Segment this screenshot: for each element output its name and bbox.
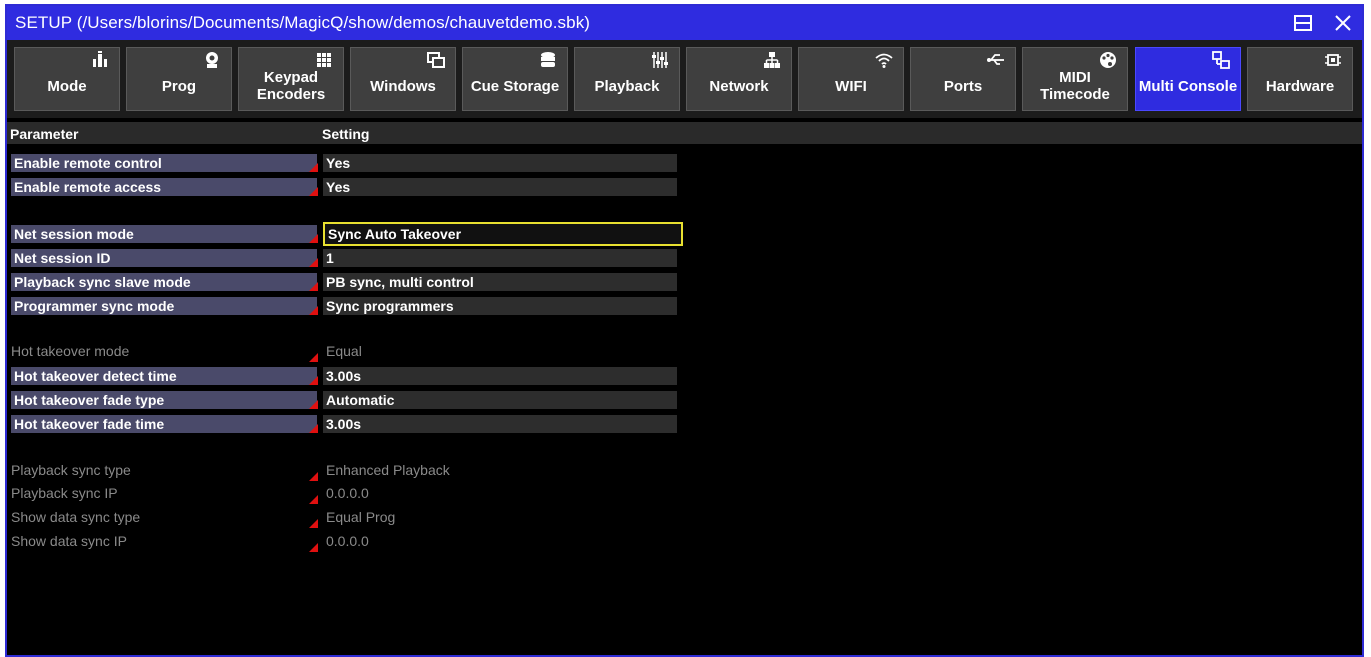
setting-cell[interactable]: Yes — [323, 178, 677, 196]
parameter-cell: Playback sync type — [11, 462, 131, 478]
parameter-column-header: Parameter — [10, 126, 79, 142]
setting-column-header: Setting — [322, 126, 370, 142]
tab-label: Playback — [594, 77, 660, 95]
setting-cell[interactable]: 3.00s — [323, 415, 677, 433]
setting-cell[interactable]: Sync Auto Takeover — [323, 222, 683, 246]
table-row[interactable]: Enable remote access Yes — [7, 178, 687, 198]
tab-label: Network — [709, 77, 769, 95]
table-row[interactable]: Net session ID 1 — [7, 249, 687, 269]
tab-playback[interactable]: Playback — [574, 47, 680, 111]
tab-network[interactable]: Network — [686, 47, 792, 111]
tab-ports[interactable]: Ports — [910, 47, 1016, 111]
parameter-cell: Programmer sync mode — [11, 297, 317, 315]
setting-cell[interactable]: PB sync, multi control — [323, 273, 677, 291]
table-row[interactable]: Hot takeover fade type Automatic — [7, 391, 687, 411]
tab-cue-storage[interactable]: Cue Storage — [462, 47, 568, 111]
setup-window: SETUP (/Users/blorins/Documents/MagicQ/s… — [5, 4, 1364, 657]
parameter-cell: Net session ID — [11, 249, 317, 267]
parameter-cell: Show data sync IP — [11, 533, 127, 549]
tab-label: Prog — [161, 77, 197, 95]
tab-label: Multi Console — [1138, 77, 1238, 95]
table-header: Parameter Setting — [7, 122, 1362, 144]
tab-label: Keypad Encoders — [256, 69, 326, 103]
table-row[interactable]: Net session mode Sync Auto Takeover — [7, 222, 687, 246]
setting-cell[interactable]: 1 — [323, 249, 677, 267]
setting-cell[interactable]: Equal Prog — [323, 508, 677, 526]
setting-cell[interactable]: Yes — [323, 154, 677, 172]
tab-windows[interactable]: Windows — [350, 47, 456, 111]
parameter-cell: Hot takeover detect time — [11, 367, 317, 385]
table-row[interactable]: Hot takeover mode Equal — [7, 342, 687, 362]
edit-marker-icon — [309, 495, 318, 504]
tab-multi-console[interactable]: Multi Console — [1135, 47, 1241, 111]
tab-label: Hardware — [1265, 77, 1335, 95]
edit-marker-icon — [309, 519, 318, 528]
edit-marker-icon — [309, 306, 318, 315]
edit-marker-icon — [309, 282, 318, 291]
tab-wifi[interactable]: WIFI — [798, 47, 904, 111]
edit-marker-icon — [309, 258, 318, 267]
title-bar: SETUP (/Users/blorins/Documents/MagicQ/s… — [7, 6, 1362, 40]
tab-mode[interactable]: Mode — [14, 47, 120, 111]
setting-cell[interactable]: 3.00s — [323, 367, 677, 385]
edit-marker-icon — [309, 400, 318, 409]
tab-prog[interactable]: Prog — [126, 47, 232, 111]
tab-label: Cue Storage — [470, 77, 560, 95]
parameter-cell: Show data sync type — [11, 509, 141, 525]
parameter-cell: Playback sync slave mode — [11, 273, 317, 291]
parameter-cell: Hot takeover fade type — [11, 391, 317, 409]
setting-cell[interactable]: Enhanced Playback — [323, 461, 677, 479]
edit-marker-icon — [309, 234, 318, 243]
table-row[interactable]: Enable remote control Yes — [7, 154, 687, 174]
parameter-cell: Enable remote control — [11, 154, 317, 172]
table-row[interactable]: Hot takeover detect time 3.00s — [7, 367, 687, 387]
edit-marker-icon — [309, 424, 318, 433]
edit-marker-icon — [309, 472, 318, 481]
table-row[interactable]: Playback sync type Enhanced Playback — [7, 461, 687, 481]
setting-cell[interactable]: Equal — [323, 342, 677, 360]
setting-cell[interactable]: Automatic — [323, 391, 677, 409]
table-row[interactable]: Show data sync IP 0.0.0.0 — [7, 532, 687, 552]
parameter-cell: Playback sync IP — [11, 485, 118, 501]
close-icon[interactable] — [1331, 11, 1355, 35]
table-row[interactable]: Hot takeover fade time 3.00s — [7, 415, 687, 435]
tab-hardware[interactable]: Hardware — [1247, 47, 1353, 111]
tab-midi-timecode[interactable]: MIDI Timecode — [1022, 47, 1128, 111]
edit-marker-icon — [309, 353, 318, 362]
table-row[interactable]: Show data sync type Equal Prog — [7, 508, 687, 528]
edit-marker-icon — [309, 376, 318, 385]
table-row[interactable]: Programmer sync mode Sync programmers — [7, 297, 687, 317]
setting-cell[interactable]: Sync programmers — [323, 297, 677, 315]
edit-marker-icon — [309, 163, 318, 172]
setting-cell[interactable]: 0.0.0.0 — [323, 532, 677, 550]
parameter-cell: Net session mode — [11, 225, 317, 243]
tab-keypad-encoders[interactable]: Keypad Encoders — [238, 47, 344, 111]
tab-label: WIFI — [835, 77, 867, 95]
tab-label: Ports — [943, 77, 983, 95]
parameter-cell: Hot takeover fade time — [11, 415, 317, 433]
parameter-cell: Hot takeover mode — [11, 343, 130, 359]
parameter-cell: Enable remote access — [11, 178, 317, 196]
edit-marker-icon — [309, 187, 318, 196]
split-window-icon[interactable] — [1291, 11, 1315, 35]
setting-cell[interactable]: 0.0.0.0 — [323, 484, 677, 502]
table-row[interactable]: Playback sync slave mode PB sync, multi c… — [7, 273, 687, 293]
tab-label: MIDI Timecode — [1040, 69, 1110, 103]
setup-toolbar: Mode Prog Keypad Encoders Windows Cue Storag… — [7, 40, 1362, 118]
tab-label: Mode — [47, 77, 87, 95]
window-title: SETUP (/Users/blorins/Documents/MagicQ/s… — [15, 13, 591, 32]
tab-label: Windows — [370, 77, 436, 95]
edit-marker-icon — [309, 543, 318, 552]
table-row[interactable]: Playback sync IP 0.0.0.0 — [7, 484, 687, 504]
